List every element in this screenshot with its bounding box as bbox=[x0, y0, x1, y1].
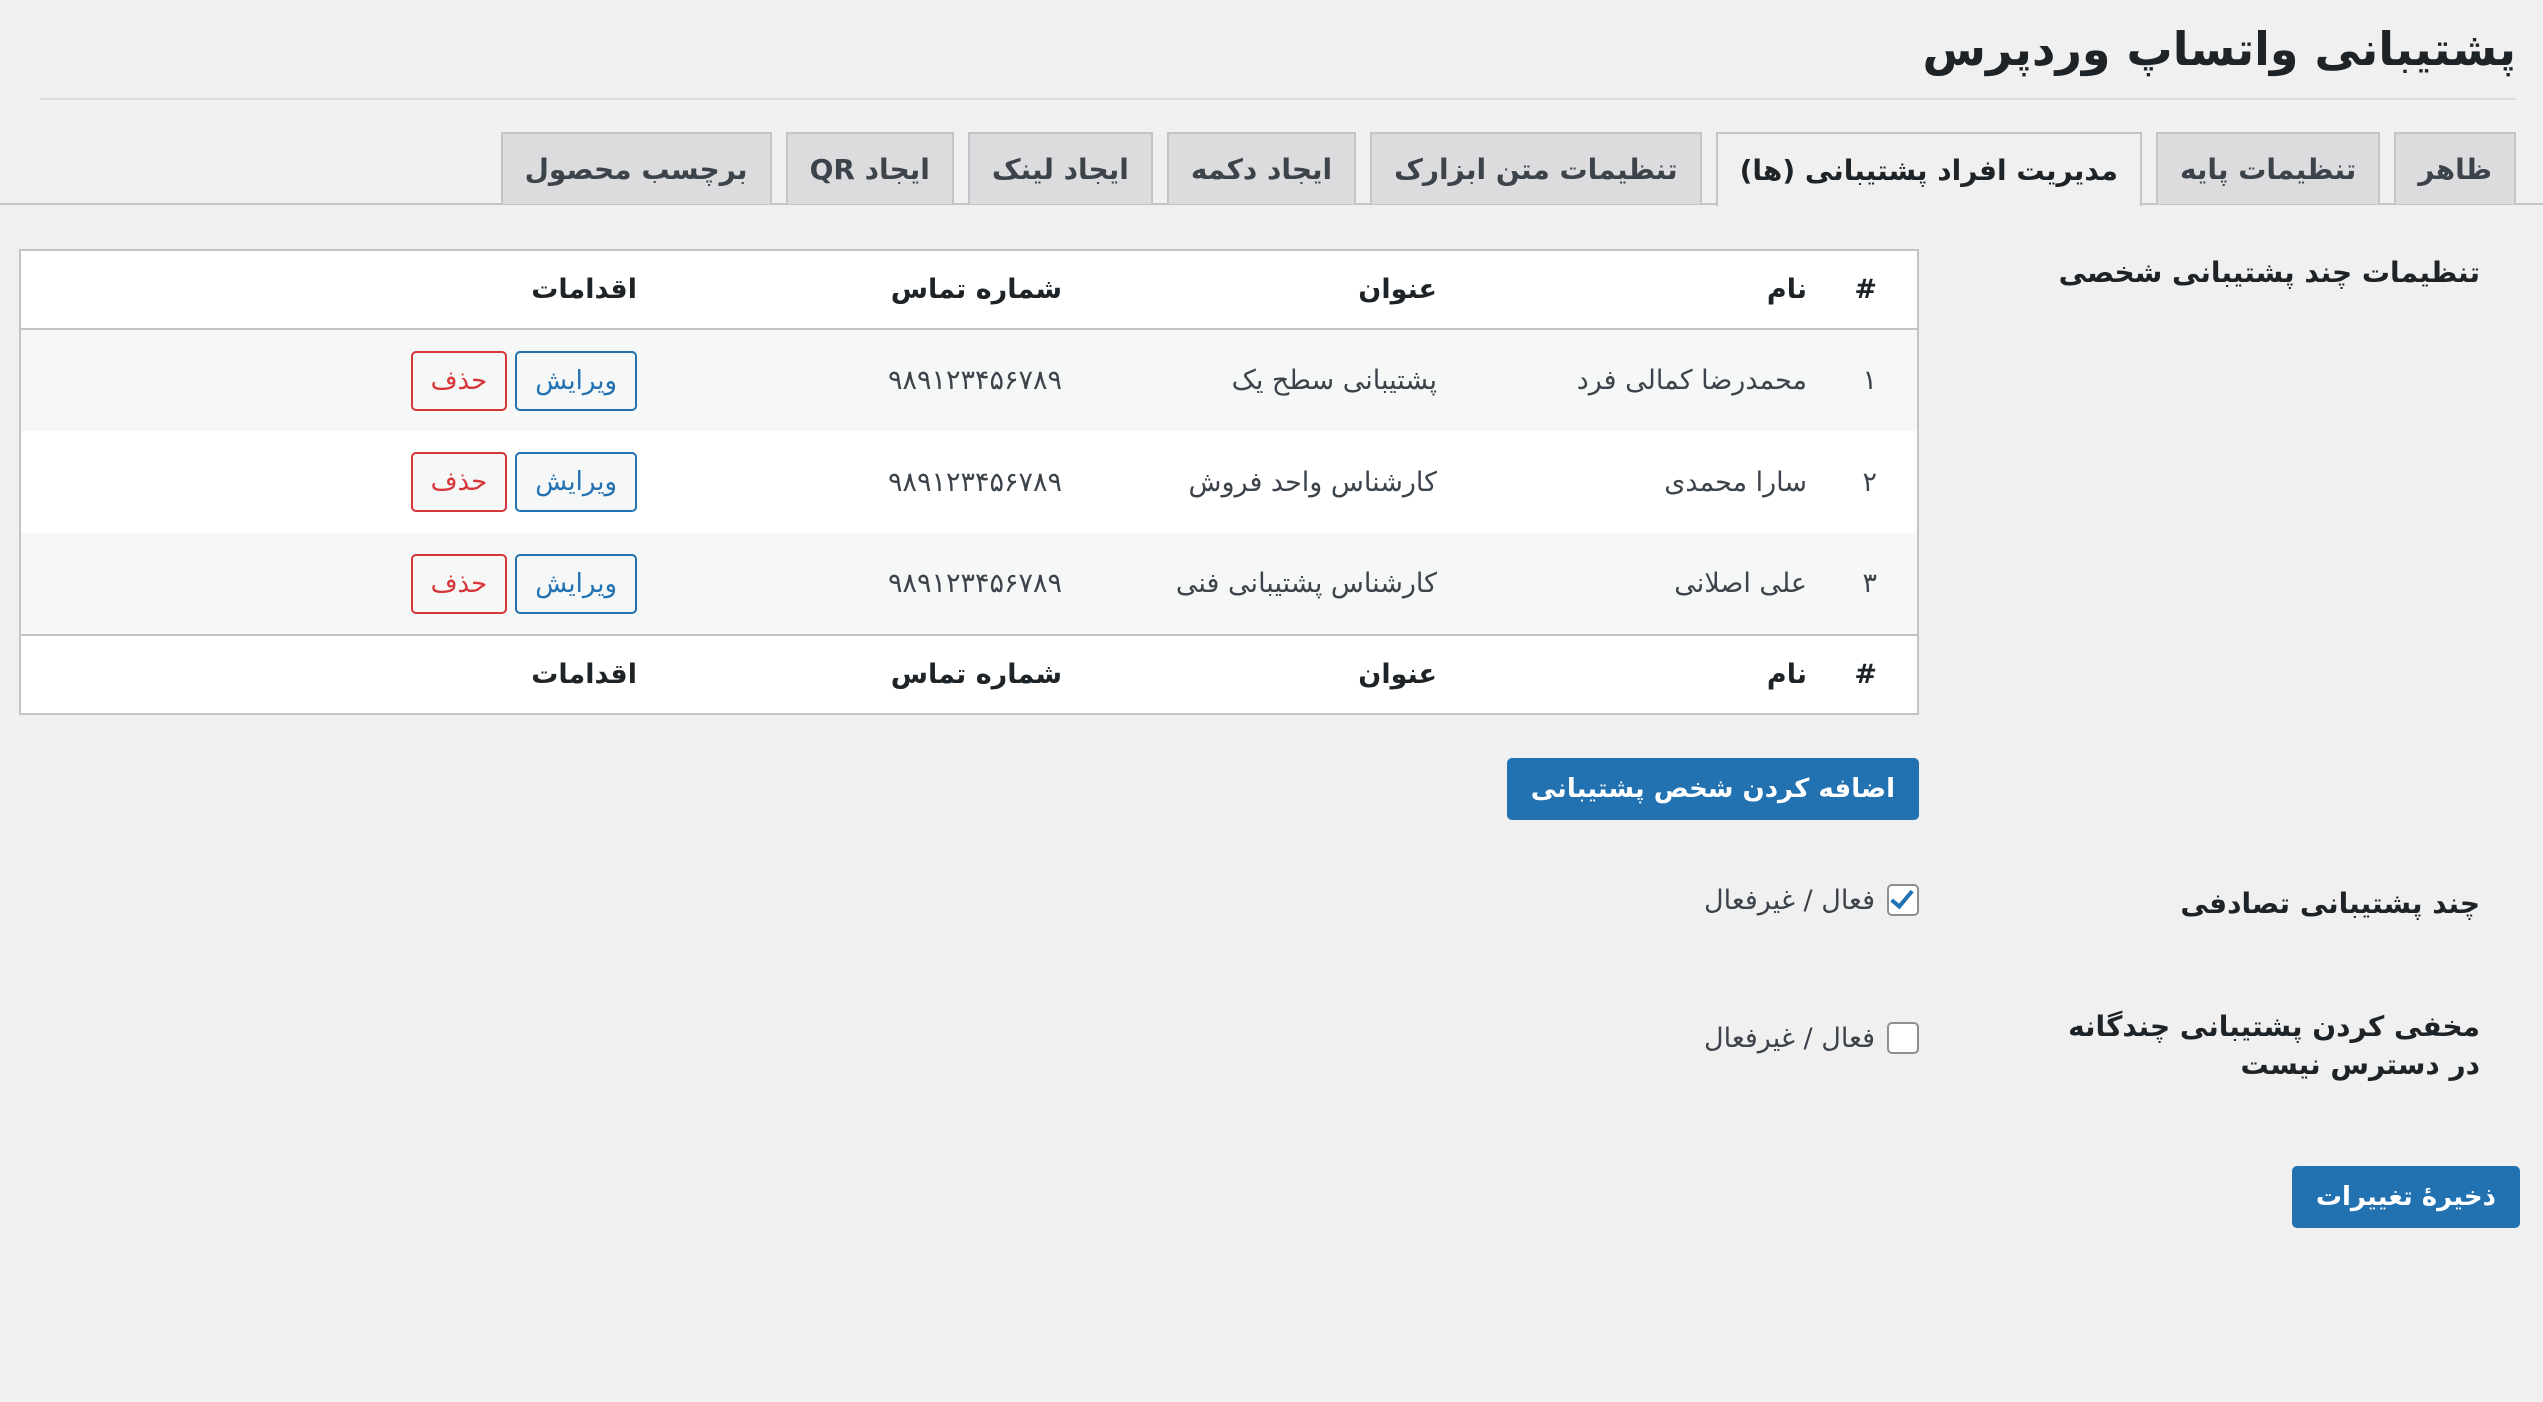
column-footer-title: عنوان bbox=[1062, 634, 1437, 713]
row-number: ۳ bbox=[1817, 533, 1917, 635]
edit-button[interactable]: ویرایش bbox=[515, 553, 637, 614]
agent-phone: ۹۸۹۱۲۳۴۵۶۷۸۹ bbox=[637, 431, 1062, 533]
random-support-option-label: فعال / غیرفعال bbox=[1704, 884, 1875, 916]
row-actions: ویرایش حذف bbox=[21, 329, 637, 431]
page-title: پشتیبانی واتساپ وردپرس bbox=[1922, 22, 2516, 76]
row-number: ۱ bbox=[1817, 329, 1917, 431]
column-footer-number: # bbox=[1817, 634, 1917, 713]
support-agents-table: # نام عنوان شماره تماس اقدامات ۱ محمدرضا… bbox=[19, 249, 1919, 715]
tab-create-link[interactable]: ایجاد لینک bbox=[967, 132, 1153, 204]
delete-button[interactable]: حذف bbox=[410, 350, 508, 411]
table-row: ۲ سارا محمدی کارشناس واحد فروش ۹۸۹۱۲۳۴۵۶… bbox=[21, 431, 1917, 533]
tab-manage-support-agents[interactable]: مدیریت افراد پشتیبانی (ها) bbox=[1715, 132, 2142, 206]
add-support-agent-button[interactable]: اضافه کردن شخص پشتیبانی bbox=[1506, 758, 1919, 820]
edit-button[interactable]: ویرایش bbox=[515, 350, 637, 411]
agent-title: کارشناس واحد فروش bbox=[1062, 431, 1437, 533]
tab-product-label[interactable]: برچسب محصول bbox=[500, 132, 772, 204]
column-header-actions: اقدامات bbox=[21, 251, 637, 330]
column-header-name: نام bbox=[1437, 251, 1817, 330]
agent-name: محمدرضا کمالی فرد bbox=[1437, 329, 1817, 431]
tab-basic-settings[interactable]: تنظیمات پایه bbox=[2155, 132, 2381, 204]
column-footer-phone: شماره تماس bbox=[637, 634, 1062, 713]
column-header-phone: شماره تماس bbox=[637, 251, 1062, 330]
hide-unavailable-label: مخفی کردن پشتیبانی چندگانه در دسترس نیست bbox=[2068, 1010, 2480, 1081]
column-footer-name: نام bbox=[1437, 634, 1817, 713]
hide-unavailable-option-label: فعال / غیرفعال bbox=[1704, 1022, 1875, 1054]
row-actions: ویرایش حذف bbox=[21, 431, 637, 533]
tab-appearance[interactable]: ظاهر bbox=[2394, 132, 2516, 204]
tab-create-qr[interactable]: ایجاد QR bbox=[785, 132, 954, 204]
settings-page: پشتیبانی واتساپ وردپرس ظاهر تنظیمات پایه… bbox=[0, 0, 2543, 1402]
hide-unavailable-toggle[interactable]: فعال / غیرفعال bbox=[1704, 1022, 1919, 1054]
table-row: ۱ محمدرضا کمالی فرد پشتیبانی سطح یک ۹۸۹۱… bbox=[21, 329, 1917, 431]
random-support-checkbox[interactable] bbox=[1887, 884, 1919, 916]
row-number: ۲ bbox=[1817, 431, 1917, 533]
row-actions: ویرایش حذف bbox=[21, 533, 637, 635]
random-support-label: چند پشتیبانی تصادفی bbox=[2180, 887, 2480, 920]
column-header-title: عنوان bbox=[1062, 251, 1437, 330]
agent-title: پشتیبانی سطح یک bbox=[1062, 329, 1437, 431]
save-changes-button[interactable]: ذخیرهٔ تغییرات bbox=[2291, 1166, 2520, 1228]
table-header-row: # نام عنوان شماره تماس اقدامات bbox=[21, 251, 1917, 330]
column-header-number: # bbox=[1817, 251, 1917, 330]
table-row: ۳ علی اصلانی کارشناس پشتیبانی فنی ۹۸۹۱۲۳… bbox=[21, 533, 1917, 635]
tab-widget-text-settings[interactable]: تنظیمات متن ابزارک bbox=[1370, 132, 1702, 204]
hide-unavailable-checkbox[interactable] bbox=[1887, 1022, 1919, 1054]
column-footer-actions: اقدامات bbox=[21, 634, 637, 713]
random-support-toggle[interactable]: فعال / غیرفعال bbox=[1704, 884, 1919, 916]
delete-button[interactable]: حذف bbox=[410, 452, 508, 512]
tab-create-button[interactable]: ایجاد دکمه bbox=[1166, 132, 1357, 204]
edit-button[interactable]: ویرایش bbox=[515, 452, 637, 512]
agent-phone: ۹۸۹۱۲۳۴۵۶۷۸۹ bbox=[637, 533, 1062, 635]
agent-name: علی اصلانی bbox=[1437, 533, 1817, 635]
agent-name: سارا محمدی bbox=[1437, 431, 1817, 533]
delete-button[interactable]: حذف bbox=[410, 553, 508, 614]
checkmark-icon bbox=[1890, 884, 1914, 910]
multi-support-settings-label: تنظیمات چند پشتیبانی شخصی bbox=[2058, 256, 2480, 289]
settings-tabs: ظاهر تنظیمات پایه مدیریت افراد پشتیبانی … bbox=[500, 132, 2516, 206]
agent-title: کارشناس پشتیبانی فنی bbox=[1062, 533, 1437, 635]
title-divider bbox=[40, 98, 2516, 100]
table-footer-row: # نام عنوان شماره تماس اقدامات bbox=[21, 634, 1917, 713]
agent-phone: ۹۸۹۱۲۳۴۵۶۷۸۹ bbox=[637, 329, 1062, 431]
